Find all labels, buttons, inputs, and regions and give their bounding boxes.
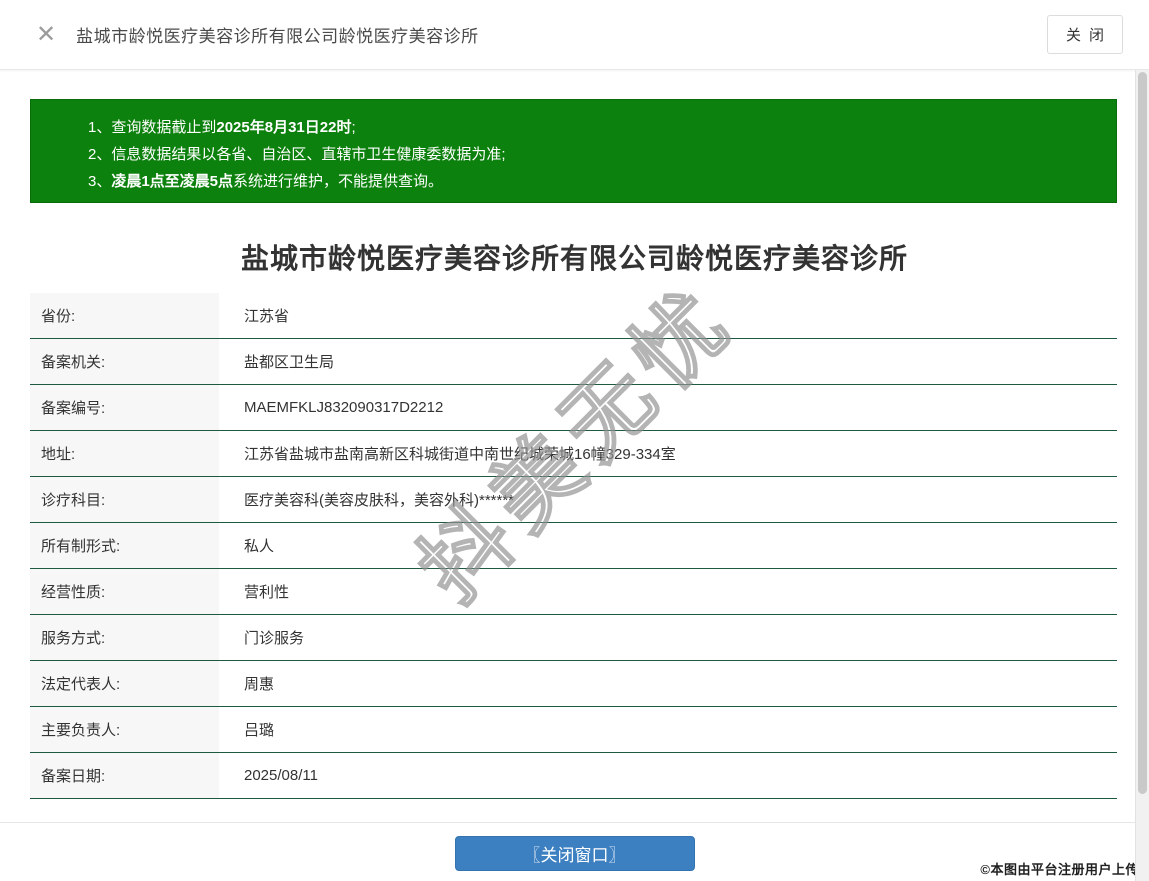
field-value: 盐都区卫生局 xyxy=(244,354,335,371)
table-row: 所有制形式: 私人 xyxy=(30,523,1117,569)
notice-line-3-bold: 凌晨1点至凌晨5点 xyxy=(111,173,234,190)
notice-line-3: 3、凌晨1点至凌晨5点系统进行维护，不能提供查询。 xyxy=(88,168,1096,195)
table-row: 备案机关: 盐都区卫生局 xyxy=(30,339,1117,385)
table-row: 诊疗科目: 医疗美容科(美容皮肤科，美容外科)****** xyxy=(30,477,1117,523)
table-row: 法定代表人: 周惠 xyxy=(30,661,1117,707)
table-row: 备案编号: MAEMFKLJ832090317D2212 xyxy=(30,385,1117,431)
footer-divider xyxy=(0,822,1149,823)
notice-line-1-bold: 2025年8月31日22时 xyxy=(216,119,352,136)
field-value: 营利性 xyxy=(244,584,290,601)
notice-line-1-text: 查询数据截止到 xyxy=(111,119,217,136)
table-row: 省份: 江苏省 xyxy=(30,293,1117,339)
field-label: 备案机关: xyxy=(30,339,219,384)
notice-line-3-num: 3、 xyxy=(88,173,112,190)
field-label: 主要负责人: xyxy=(30,707,219,752)
field-value: 吕璐 xyxy=(244,722,275,739)
field-value: 医疗美容科(美容皮肤科，美容外科)****** xyxy=(244,492,515,509)
field-label: 备案编号: xyxy=(30,385,219,430)
notice-line-1-post: ; xyxy=(351,119,356,136)
field-label: 地址: xyxy=(30,431,219,476)
copyright-text: ©本图由平台注册用户上传 xyxy=(980,862,1139,877)
notice-box: 1、查询数据截止到2025年8月31日22时; 2、信息数据结果以各省、自治区、… xyxy=(30,99,1117,203)
field-label: 经营性质: xyxy=(30,569,219,614)
close-window-button[interactable]: 〖关闭窗口〗 xyxy=(454,836,695,871)
page: ✕ 盐城市龄悦医疗美容诊所有限公司龄悦医疗美容诊所 关闭 1、查询数据截止到20… xyxy=(0,0,1149,881)
field-value: 2025/08/11 xyxy=(244,767,318,784)
field-label: 服务方式: xyxy=(30,615,219,660)
notice-line-2-num: 2、 xyxy=(88,146,112,163)
field-value: 门诊服务 xyxy=(244,630,305,647)
table-row: 服务方式: 门诊服务 xyxy=(30,615,1117,661)
field-value: 私人 xyxy=(244,538,275,555)
table-row: 地址: 江苏省盐城市盐南高新区科城街道中南世纪城荣城16幢329-334室 xyxy=(30,431,1117,477)
close-button[interactable]: 关闭 xyxy=(1047,15,1123,54)
field-value: MAEMFKLJ832090317D2212 xyxy=(244,399,444,416)
table-row: 备案日期: 2025/08/11 xyxy=(30,753,1117,799)
table-row: 经营性质: 营利性 xyxy=(30,569,1117,615)
field-label: 省份: xyxy=(30,293,219,338)
close-x-icon[interactable]: ✕ xyxy=(36,22,56,47)
table-row: 主要负责人: 吕璐 xyxy=(30,707,1117,753)
field-label: 诊疗科目: xyxy=(30,477,219,522)
window-title: 盐城市龄悦医疗美容诊所有限公司龄悦医疗美容诊所 xyxy=(76,27,479,46)
notice-line-3-post: 系统进行维护，不能提供查询。 xyxy=(233,173,444,190)
field-label: 所有制形式: xyxy=(30,523,219,568)
notice-line-2-text: 信息数据结果以各省、自治区、直辖市卫生健康委数据为准; xyxy=(111,146,506,163)
field-value: 周惠 xyxy=(244,676,275,693)
field-value: 江苏省 xyxy=(244,308,290,325)
page-title: 盐城市龄悦医疗美容诊所有限公司龄悦医疗美容诊所 xyxy=(240,243,908,274)
notice-line-2: 2、信息数据结果以各省、自治区、直辖市卫生健康委数据为准; xyxy=(88,141,1096,168)
field-label: 备案日期: xyxy=(30,753,219,798)
scrollbar-track[interactable] xyxy=(1135,70,1149,881)
field-label: 法定代表人: xyxy=(30,661,219,706)
notice-line-1-num: 1、 xyxy=(88,119,112,136)
header-bar: ✕ 盐城市龄悦医疗美容诊所有限公司龄悦医疗美容诊所 关闭 xyxy=(0,0,1149,70)
field-value: 江苏省盐城市盐南高新区科城街道中南世纪城荣城16幢329-334室 xyxy=(244,446,676,463)
notice-line-1: 1、查询数据截止到2025年8月31日22时; xyxy=(88,114,1096,141)
scrollbar-thumb[interactable] xyxy=(1138,72,1147,794)
info-table: 省份: 江苏省 备案机关: 盐都区卫生局 备案编号: MAEMFKLJ83209… xyxy=(30,293,1117,799)
